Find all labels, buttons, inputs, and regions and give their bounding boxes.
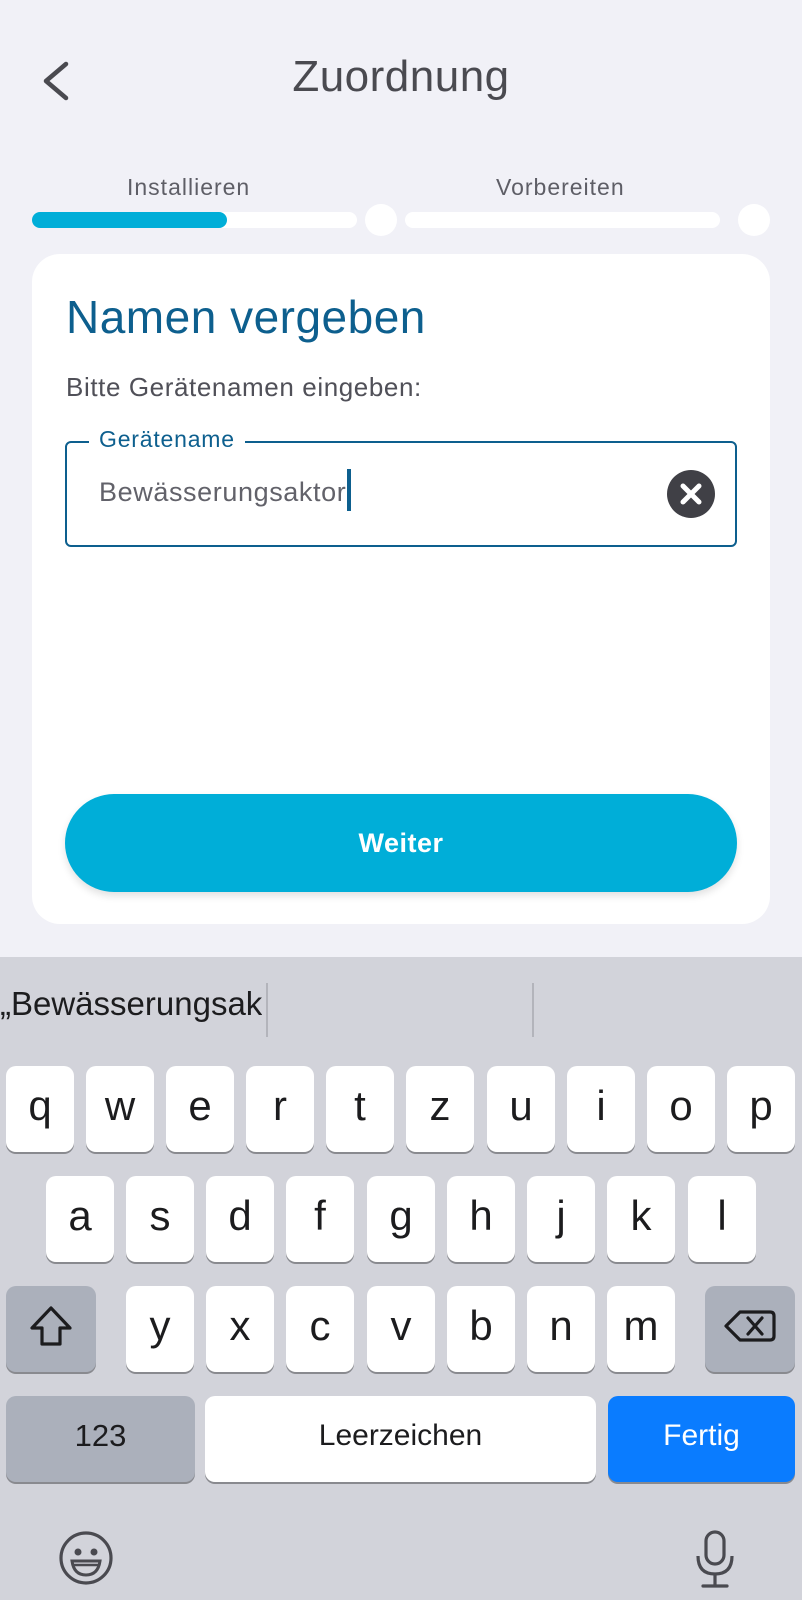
key-q[interactable]: q xyxy=(6,1066,74,1152)
key-r[interactable]: r xyxy=(246,1066,314,1152)
key-l[interactable]: l xyxy=(688,1176,756,1262)
key-x[interactable]: x xyxy=(206,1286,274,1372)
backspace-icon xyxy=(724,1310,776,1342)
card-title: Namen vergeben xyxy=(66,291,426,343)
delete-key[interactable] xyxy=(705,1286,795,1372)
dictation-button[interactable] xyxy=(693,1530,737,1595)
key-d[interactable]: d xyxy=(206,1176,274,1262)
key-w[interactable]: w xyxy=(86,1066,154,1152)
key-u[interactable]: u xyxy=(487,1066,555,1152)
card-subtitle: Bitte Gerätenamen eingeben: xyxy=(66,372,422,402)
step-progress: Installieren Vorbereiten xyxy=(32,170,770,236)
key-a[interactable]: a xyxy=(46,1176,114,1262)
suggestion-item[interactable]: „Bewässerungsaktor“ xyxy=(0,985,262,1023)
key-y[interactable]: y xyxy=(126,1286,194,1372)
name-card: Namen vergeben Bitte Gerätenamen eingebe… xyxy=(32,254,770,924)
done-key[interactable]: Fertig xyxy=(608,1396,795,1482)
key-s[interactable]: s xyxy=(126,1176,194,1262)
step-label-install: Installieren xyxy=(127,174,251,200)
device-name-value: Bewässerungsaktor xyxy=(99,477,347,508)
key-g[interactable]: g xyxy=(367,1176,435,1262)
suggestion-bar: „Bewässerungsaktor“ xyxy=(0,957,802,1063)
device-name-label: Gerätename xyxy=(89,426,245,453)
emoji-icon xyxy=(59,1531,113,1585)
emoji-button[interactable] xyxy=(58,1530,114,1591)
key-n[interactable]: n xyxy=(527,1286,595,1372)
numbers-key[interactable]: 123 xyxy=(6,1396,195,1482)
keyboard: „Bewässerungsaktor“ q w e r t z u i o p … xyxy=(0,957,802,1600)
text-caret xyxy=(347,469,352,511)
page-title: Zuordnung xyxy=(292,52,510,101)
device-name-field[interactable]: Gerätename Bewässerungsaktor xyxy=(65,426,737,547)
shift-key[interactable] xyxy=(6,1286,96,1372)
key-i[interactable]: i xyxy=(567,1066,635,1152)
header: Zuordnung xyxy=(0,0,802,160)
key-j[interactable]: j xyxy=(527,1176,595,1262)
shift-icon xyxy=(30,1306,72,1346)
device-name-input[interactable]: Bewässerungsaktor xyxy=(99,469,352,511)
key-f[interactable]: f xyxy=(286,1176,354,1262)
microphone-icon xyxy=(696,1530,734,1588)
clear-circle-icon xyxy=(680,483,702,505)
key-c[interactable]: c xyxy=(286,1286,354,1372)
step-dot-prepare xyxy=(738,204,770,236)
step-track-install xyxy=(32,212,357,228)
key-m[interactable]: m xyxy=(607,1286,675,1372)
space-key[interactable]: Leerzeichen xyxy=(205,1396,596,1482)
step-label-prepare: Vorbereiten xyxy=(496,174,625,200)
key-k[interactable]: k xyxy=(607,1176,675,1262)
key-p[interactable]: p xyxy=(727,1066,795,1152)
key-t[interactable]: t xyxy=(326,1066,394,1152)
key-b[interactable]: b xyxy=(447,1286,515,1372)
key-z[interactable]: z xyxy=(406,1066,474,1152)
step-fill-install xyxy=(32,212,227,228)
step-track-prepare xyxy=(405,212,720,228)
key-h[interactable]: h xyxy=(447,1176,515,1262)
next-button[interactable]: Weiter xyxy=(65,794,737,892)
suggestion-divider xyxy=(266,983,268,1037)
suggestion-divider xyxy=(532,983,534,1037)
step-dot-install xyxy=(365,204,397,236)
key-e[interactable]: e xyxy=(166,1066,234,1152)
key-v[interactable]: v xyxy=(367,1286,435,1372)
clear-button[interactable] xyxy=(667,470,715,518)
key-o[interactable]: o xyxy=(647,1066,715,1152)
